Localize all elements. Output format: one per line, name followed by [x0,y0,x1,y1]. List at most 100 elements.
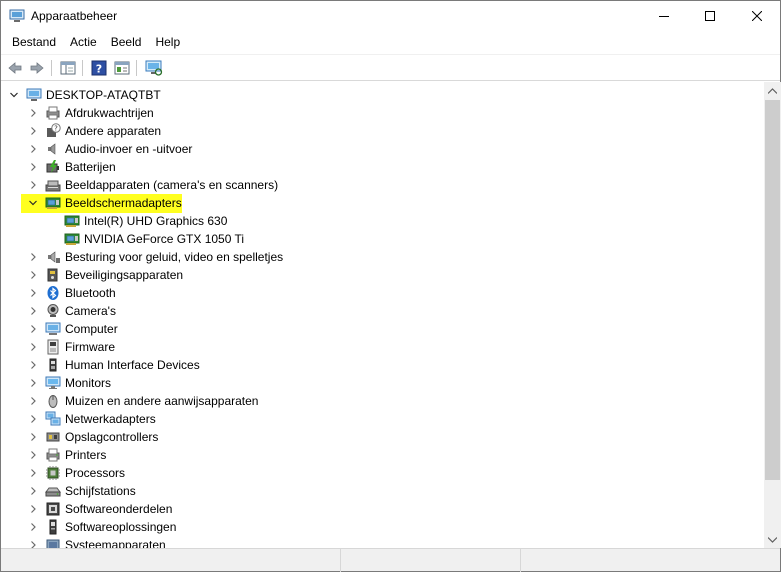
tree-item-intel-r-uhd-graphics-630[interactable]: Intel(R) UHD Graphics 630 [2,212,742,230]
tree-item-monitors[interactable]: Monitors [2,374,742,392]
window-title: Apparaatbeheer [31,9,118,23]
tree-item-softwareoplossingen[interactable]: Softwareoplossingen [2,518,742,536]
collapse-chevron-icon[interactable] [8,89,20,101]
scroll-down-button[interactable] [764,531,781,548]
tree-item-systeemapparaten[interactable]: Systeemapparaten [2,536,742,548]
tree-item-beeldschermadapters[interactable]: Beeldschermadapters [2,194,742,212]
toolbar-separator [51,60,52,76]
software-device-icon [45,519,61,535]
expand-chevron-icon[interactable] [27,143,39,155]
computer-icon [45,321,61,337]
tree-item-camera-s[interactable]: Camera's [2,302,742,320]
network-adapter-icon [45,411,61,427]
svg-text:?: ? [54,125,58,133]
title-bar[interactable]: Apparaatbeheer [1,1,780,31]
tree-item-label: Human Interface Devices [65,358,200,372]
expand-chevron-icon[interactable] [27,179,39,191]
tree-item-human-interface-devices[interactable]: Human Interface Devices [2,356,742,374]
menu-bestand[interactable]: Bestand [5,33,63,51]
scroll-thumb[interactable] [765,100,780,480]
tree-item-label: Opslagcontrollers [65,430,159,444]
tree-item-softwareonderdelen[interactable]: Softwareonderdelen [2,500,742,518]
tree-item-printers[interactable]: Printers [2,446,742,464]
tree-item-bluetooth[interactable]: Bluetooth [2,284,742,302]
device-manager-icon [9,9,25,22]
scan-hardware-button[interactable] [144,58,164,78]
expand-chevron-icon[interactable] [27,161,39,173]
tree-item-beeldapparaten-camera-s-en-scanners[interactable]: Beeldapparaten (camera's en scanners) [2,176,742,194]
minimize-button[interactable] [641,1,687,31]
minimize-icon [659,16,669,17]
expand-chevron-icon[interactable] [27,467,39,479]
expand-chevron-icon[interactable] [27,395,39,407]
tree-item-beveiligingsapparaten[interactable]: Beveiligingsapparaten [2,266,742,284]
show-hide-console-tree-button[interactable] [58,58,78,78]
expand-chevron-icon[interactable] [27,269,39,281]
tree-item-muizen-en-andere-aanwijsapparaten[interactable]: Muizen en andere aanwijsapparaten [2,392,742,410]
expand-chevron-icon[interactable] [27,125,39,137]
scroll-down-icon [768,536,777,543]
scan-hardware-icon [145,60,163,76]
tree-item-andere-apparaten[interactable]: ? Andere apparaten [2,122,742,140]
expand-chevron-icon[interactable] [27,539,39,548]
expand-chevron-icon[interactable] [27,305,39,317]
collapse-chevron-icon[interactable] [27,197,39,209]
menu-actie[interactable]: Actie [63,33,104,51]
tree-item-label: Softwareonderdelen [65,502,173,516]
tree-item-label: Firmware [65,340,115,354]
tree-item-audio-invoer-en-uitvoer[interactable]: Audio-invoer en -uitvoer [2,140,742,158]
scroll-up-button[interactable] [764,82,781,99]
back-button[interactable] [5,58,25,78]
computer-root-icon [26,87,42,103]
expand-chevron-icon[interactable] [27,377,39,389]
properties-button[interactable] [112,58,132,78]
maximize-icon [705,11,715,21]
tree-item-label: Monitors [65,376,112,390]
expand-chevron-icon[interactable] [27,287,39,299]
tree-item-label: Printers [65,448,107,462]
expand-chevron-icon[interactable] [27,323,39,335]
mouse-icon [45,393,61,409]
close-button[interactable] [734,1,780,31]
help-button[interactable]: ? [89,58,109,78]
expand-chevron-icon[interactable] [27,341,39,353]
expand-chevron-icon[interactable] [27,521,39,533]
tree-root-computer[interactable]: DESKTOP-ATAQTBT [2,86,742,104]
menu-help[interactable]: Help [148,33,187,51]
status-pane [1,549,341,572]
expand-chevron-icon[interactable] [27,449,39,461]
tree-item-besturing-voor-geluid-video-en-spelletjes[interactable]: Besturing voor geluid, video en spelletj… [2,248,742,266]
tree-item-firmware[interactable]: Firmware [2,338,742,356]
back-arrow-icon [8,62,22,74]
firmware-icon [45,339,61,355]
tree-item-processors[interactable]: Processors [2,464,742,482]
tree-item-computer[interactable]: Computer [2,320,742,338]
tree-item-label: Audio-invoer en -uitvoer [65,142,193,156]
expand-chevron-icon[interactable] [27,431,39,443]
forward-button[interactable] [27,58,47,78]
expand-chevron-icon[interactable] [27,359,39,371]
tree-item-batterijen[interactable]: Batterijen [2,158,742,176]
display-adapter-icon [45,195,61,211]
menu-beeld[interactable]: Beeld [104,33,149,51]
tree-item-afdrukwachtrijen[interactable]: Afdrukwachtrijen [2,104,742,122]
expand-chevron-icon[interactable] [27,485,39,497]
expand-chevron-icon[interactable] [27,503,39,515]
tree-item-schijfstations[interactable]: Schijfstations [2,482,742,500]
tree-item-opslagcontrollers[interactable]: Opslagcontrollers [2,428,742,446]
expand-chevron-icon[interactable] [27,413,39,425]
tree-item-label: Systeemapparaten [65,538,166,548]
maximize-button[interactable] [687,1,733,31]
tree-item-label: Bluetooth [65,286,116,300]
tree-item-nvidia-geforce-gtx-1050-ti[interactable]: NVIDIA GeForce GTX 1050 Ti [2,230,742,248]
device-manager-window: Apparaatbeheer Bestand Actie Beeld Help [0,0,781,572]
tree-item-label: Batterijen [65,160,116,174]
tree-item-label: Andere apparaten [65,124,162,138]
vertical-scrollbar[interactable] [764,82,781,548]
tree-item-netwerkadapters[interactable]: Netwerkadapters [2,410,742,428]
expand-chevron-icon[interactable] [27,251,39,263]
toolbar-separator [136,60,137,76]
properties-icon [114,61,130,75]
expand-chevron-icon[interactable] [27,107,39,119]
tree-item-label: Besturing voor geluid, video en spelletj… [65,250,284,264]
